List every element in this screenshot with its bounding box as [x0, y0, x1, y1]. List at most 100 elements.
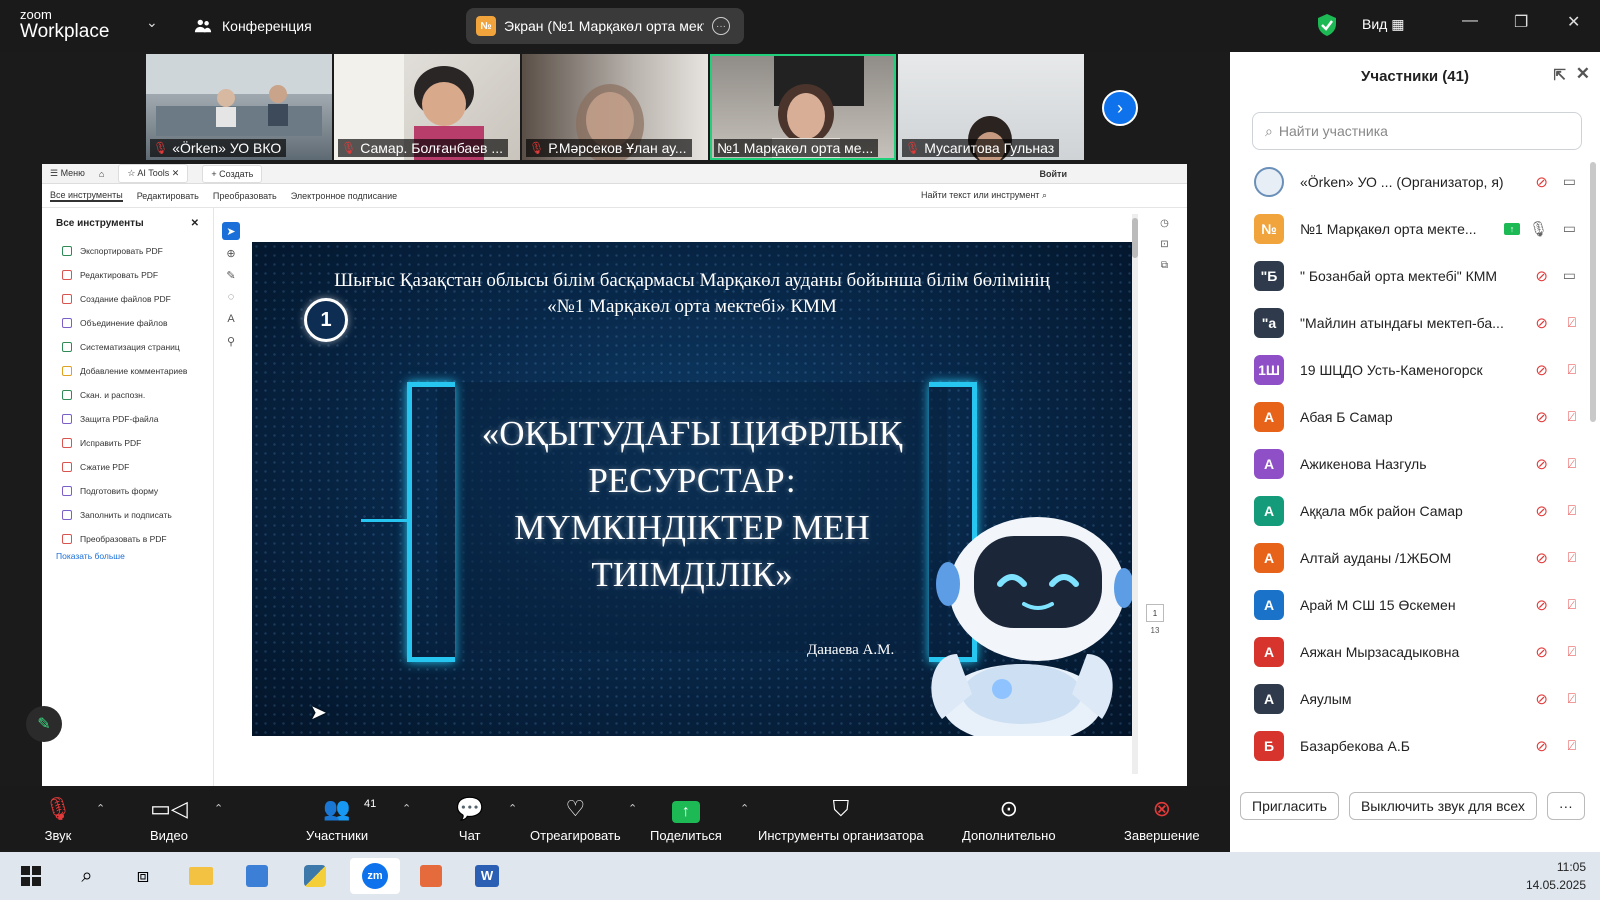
camera-off-icon[interactable]: ⍁: [1568, 502, 1576, 519]
participant-row[interactable]: А Алтай ауданы /1ЖБОМ ⊘ ⍁: [1230, 534, 1592, 581]
acrobat-tool-item[interactable]: Исправить PDF: [56, 431, 199, 455]
acrobat-tool-item[interactable]: Подготовить форму: [56, 479, 199, 503]
annotate-pen-button[interactable]: ✎: [26, 706, 62, 742]
acrobat-tool-item[interactable]: Скан. и распозн.: [56, 383, 199, 407]
comment-icon[interactable]: ◷: [1160, 218, 1169, 229]
participant-row[interactable]: А Аяулым ⊘ ⍁: [1230, 675, 1592, 722]
participant-row[interactable]: А Арай М СШ 15 Өскемен ⊘ ⍁: [1230, 581, 1592, 628]
app-icon[interactable]: [238, 858, 276, 894]
home-icon[interactable]: ⌂: [99, 169, 104, 179]
file-explorer-icon[interactable]: [182, 858, 220, 894]
conference-menu[interactable]: Конференция: [194, 17, 312, 35]
acrobat-tool-item[interactable]: Защита PDF-файла: [56, 407, 199, 431]
acrobat-tool-item[interactable]: Создание файлов PDF: [56, 287, 199, 311]
camera-off-icon[interactable]: ⍁: [1568, 690, 1576, 707]
react-options-chevron-icon[interactable]: ⌃: [628, 802, 637, 815]
acrobat-tool-item[interactable]: Систематизация страниц: [56, 335, 199, 359]
muted-mic-icon[interactable]: ⊘: [1535, 314, 1548, 332]
participant-row[interactable]: А Ажикенова Назгуль ⊘ ⍁: [1230, 440, 1592, 487]
stamp-tool-icon[interactable]: ⚲: [222, 332, 240, 350]
security-shield-icon[interactable]: [1316, 13, 1338, 37]
view-menu[interactable]: Вид ▦: [1362, 16, 1404, 33]
camera-icon[interactable]: ▭: [1563, 173, 1576, 190]
video-tile[interactable]: 🎙 «Örken» УО ВКО: [146, 54, 332, 160]
muted-mic-icon[interactable]: ⊘: [1535, 549, 1548, 567]
show-more-link[interactable]: Показать больше: [56, 551, 199, 561]
chat-button[interactable]: 💬 Чат ⌃: [456, 796, 517, 843]
windows-start-icon[interactable]: [12, 858, 50, 894]
muted-mic-icon[interactable]: ⊘: [1535, 502, 1548, 520]
document-scrollbar[interactable]: [1132, 214, 1138, 774]
more-button[interactable]: ⊙ Дополнительно: [962, 796, 1056, 843]
participant-row[interactable]: «Örken» УО ... (Организатор, я) ⊘ ▭: [1230, 158, 1592, 205]
close-window-icon[interactable]: ✕: [1567, 12, 1580, 32]
muted-mic-icon[interactable]: ⊘: [1535, 361, 1548, 379]
camera-off-icon[interactable]: ⍁: [1568, 596, 1576, 613]
acrobat-tool-item[interactable]: Редактировать PDF: [56, 263, 199, 287]
camera-off-icon[interactable]: ⍁: [1568, 408, 1576, 425]
acrobat-find[interactable]: Найти текст или инструмент ⌕: [921, 190, 1047, 201]
restore-icon[interactable]: ❐: [1514, 12, 1528, 32]
acrobat-tool-item[interactable]: Экспортировать PDF: [56, 239, 199, 263]
participant-list-scrollbar[interactable]: [1590, 162, 1596, 422]
acrobat-tab[interactable]: ☆ AI Tools ✕: [118, 164, 189, 183]
muted-mic-icon[interactable]: ⊘: [1535, 455, 1548, 473]
host-tools-button[interactable]: ⛉ Инструменты организатора: [758, 796, 924, 843]
participant-search-input[interactable]: ⌕ Найти участника: [1252, 112, 1582, 150]
acrobat-tool-item[interactable]: Сжатие PDF: [56, 455, 199, 479]
video-tile[interactable]: 🎙 Мусагитова Гульназ: [898, 54, 1084, 160]
screen-share-more-icon[interactable]: ···: [712, 17, 730, 35]
acrobat-create-button[interactable]: + Создать: [202, 164, 263, 183]
share-options-chevron-icon[interactable]: ⌃: [740, 802, 749, 815]
powerpoint-icon[interactable]: [412, 858, 450, 894]
camera-off-icon[interactable]: ⍁: [1568, 643, 1576, 660]
muted-mic-icon[interactable]: ⊘: [1535, 267, 1548, 285]
close-icon[interactable]: ✕: [191, 218, 199, 229]
video-tile[interactable]: 🎙 Самар. Болғанбаев ...: [334, 54, 520, 160]
minimize-icon[interactable]: —: [1462, 12, 1478, 30]
search-icon[interactable]: ⌕: [68, 858, 106, 894]
video-button[interactable]: ▭◁ Видео ⌃: [150, 796, 223, 843]
audio-button[interactable]: 🎙 Звук ⌃: [44, 796, 105, 843]
camera-off-icon[interactable]: ⍁: [1568, 455, 1576, 472]
invite-button[interactable]: Пригласить: [1240, 792, 1339, 820]
acrobat-tool-item[interactable]: Преобразовать в PDF: [56, 527, 199, 551]
participant-row[interactable]: А Аққала мбк район Самар ⊘ ⍁: [1230, 487, 1592, 534]
camera-off-icon[interactable]: ⍁: [1568, 314, 1576, 331]
muted-mic-icon[interactable]: ⊘: [1535, 408, 1548, 426]
nav-all-tools[interactable]: Все инструменты: [50, 190, 123, 202]
select-tool-icon[interactable]: ➤: [222, 222, 240, 240]
muted-mic-icon[interactable]: ⊘: [1535, 737, 1548, 755]
acrobat-login[interactable]: Войти: [1040, 169, 1067, 179]
muted-mic-icon[interactable]: ⊘: [1535, 690, 1548, 708]
nav-edit[interactable]: Редактировать: [137, 191, 199, 201]
lasso-tool-icon[interactable]: ◌: [222, 288, 240, 306]
video-tile[interactable]: 🎙 Р.Мәрсеков Ұлан ау...: [522, 54, 708, 160]
participants-options-chevron-icon[interactable]: ⌃: [402, 802, 411, 815]
mute-all-button[interactable]: Выключить звук для всех: [1348, 792, 1537, 820]
react-button[interactable]: ♡ Отреагировать ⌃: [530, 796, 637, 843]
participants-more-button[interactable]: ···: [1546, 792, 1585, 820]
muted-mic-icon[interactable]: ⊘: [1535, 596, 1548, 614]
python-icon[interactable]: [296, 858, 334, 894]
popout-icon[interactable]: ⇱: [1553, 66, 1566, 84]
screen-share-pill[interactable]: № Экран (№1 Марқакөл орта мектебі) ···: [466, 8, 744, 44]
zoom-taskbar-icon[interactable]: zm: [350, 858, 400, 894]
audio-options-chevron-icon[interactable]: ⌃: [96, 802, 105, 815]
nav-convert[interactable]: Преобразовать: [213, 191, 277, 201]
acrobat-menu[interactable]: ☰ Меню: [50, 168, 85, 179]
taskbar-clock[interactable]: 11:05 14.05.2025: [1526, 858, 1586, 894]
acrobat-tool-item[interactable]: Добавление комментариев: [56, 359, 199, 383]
share-button[interactable]: ↑ Поделиться ⌃: [650, 796, 749, 843]
text-tool-icon[interactable]: A: [222, 310, 240, 328]
page-number-box[interactable]: 1: [1146, 604, 1164, 622]
chat-options-chevron-icon[interactable]: ⌃: [508, 802, 517, 815]
word-icon[interactable]: W: [468, 858, 506, 894]
video-tile-active-speaker[interactable]: №1 Марқакөл орта ме...: [710, 54, 896, 160]
camera-icon[interactable]: ▭: [1563, 267, 1576, 284]
participant-row[interactable]: № №1 Марқакөл орта мекте... ↑ 🎙 ▭: [1230, 205, 1592, 252]
acrobat-tool-item[interactable]: Заполнить и подписать: [56, 503, 199, 527]
participant-row[interactable]: Б Базарбекова А.Б ⊘ ⍁: [1230, 722, 1592, 769]
camera-off-icon[interactable]: ⍁: [1568, 737, 1576, 754]
participant-row[interactable]: "Б " Бозанбай орта мектебі" КММ ⊘ ▭: [1230, 252, 1592, 299]
